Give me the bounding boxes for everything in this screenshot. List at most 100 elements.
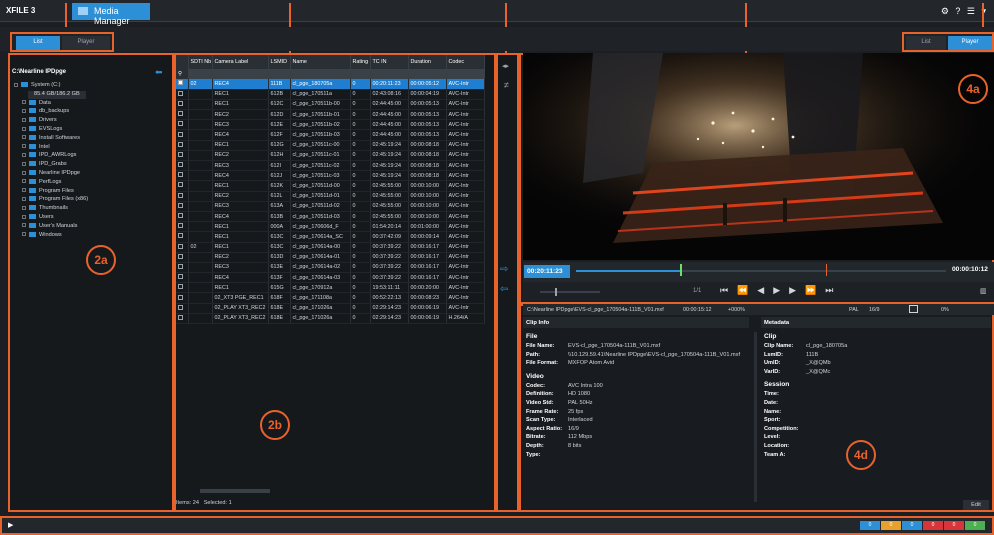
row-checkbox[interactable] <box>176 191 189 202</box>
search-icon[interactable]: ⚲ <box>176 69 189 79</box>
row-checkbox[interactable] <box>176 313 189 325</box>
tree-item[interactable]: User's Manuals <box>22 223 77 231</box>
table-row[interactable]: REC2 612L cl_pge_170511d-01 0 02:45:55:00 00:… <box>176 191 485 202</box>
arrow-left-icon[interactable]: ⬅ <box>155 67 163 78</box>
column-header[interactable]: Rating <box>350 55 371 69</box>
row-checkbox[interactable] <box>176 89 189 100</box>
row-checkbox[interactable] <box>176 180 189 192</box>
tree-item[interactable]: Users <box>22 214 54 222</box>
column-header[interactable]: Codec <box>446 55 485 69</box>
row-checkbox[interactable] <box>176 252 189 263</box>
tree-item[interactable]: Thumbnails <box>22 205 68 213</box>
play-status-icon[interactable]: ▶ <box>8 521 13 529</box>
table-row[interactable]: REC1 612B cl_pge_170511a 0 02:43:08:16 00:00:… <box>176 89 485 100</box>
tree-item[interactable]: System (C:) <box>14 82 61 90</box>
table-row[interactable]: REC4 613B cl_pge_170511d-03 0 02:45:55:00 00:… <box>176 211 485 223</box>
status-chip[interactable]: 0 <box>881 521 901 530</box>
filter-input[interactable] <box>446 69 485 79</box>
row-checkbox[interactable] <box>176 140 189 151</box>
horizontal-scrollbar[interactable] <box>200 489 270 493</box>
checkbox[interactable] <box>22 223 26 228</box>
filter-input[interactable] <box>188 69 213 79</box>
filter-input[interactable] <box>408 69 447 79</box>
table-row[interactable]: 02 REC4 111B cl_pge_180705a 0 00:20:11:23 00:0… <box>176 79 485 90</box>
tree-item[interactable]: Program Files (x86) <box>22 196 88 204</box>
row-checkbox[interactable] <box>176 303 189 314</box>
tree-item[interactable]: Install Softwares <box>22 135 80 143</box>
table-row[interactable]: 02_PLAY XT3_REC2 618E cl_pge_171026a 0 02:29… <box>176 303 485 314</box>
checkbox[interactable] <box>14 82 18 87</box>
checkbox[interactable] <box>22 126 26 131</box>
info-scrollbar[interactable] <box>754 332 757 502</box>
status-chip[interactable]: 0 <box>944 521 964 530</box>
filter-input[interactable] <box>290 69 351 79</box>
table-row[interactable]: 02_XT3 PGE_REC1 618F cl_pge_171108a 0 00:52:… <box>176 292 485 304</box>
filter-input[interactable] <box>350 69 371 79</box>
row-checkbox[interactable] <box>176 129 189 141</box>
not-equal-icon[interactable]: ≠ <box>504 80 509 90</box>
tree-item[interactable]: PerfLogs <box>22 179 61 187</box>
row-checkbox[interactable] <box>176 242 189 253</box>
table-row[interactable]: 02 REC1 613C cl_pge_170614a-00 0 00:37:39:22 0… <box>176 242 485 253</box>
video-viewport[interactable] <box>523 53 994 260</box>
checkbox[interactable] <box>22 205 26 210</box>
window-controls[interactable]: ⚙ ? ☰ ▾ <box>941 6 988 17</box>
checkbox[interactable] <box>22 144 26 149</box>
checkbox[interactable] <box>22 108 26 113</box>
table-row[interactable]: REC1 612G cl_pge_170511c-00 0 02:45:19:24 00:… <box>176 140 485 151</box>
tree-item[interactable]: Data <box>22 100 51 108</box>
playhead[interactable] <box>679 264 682 276</box>
checkbox[interactable] <box>22 161 26 166</box>
row-checkbox[interactable] <box>176 79 189 90</box>
column-header[interactable]: LSMID <box>268 55 291 69</box>
tree-item[interactable]: Drivers <box>22 117 57 125</box>
tree-item[interactable]: Program Files <box>22 188 74 196</box>
tree-item[interactable]: IPD_AWRLogs <box>22 152 76 160</box>
checkbox[interactable] <box>22 232 26 237</box>
jog-handle[interactable] <box>555 288 557 296</box>
column-header[interactable]: TC IN <box>370 55 409 69</box>
table-row[interactable]: REC3 612E cl_pge_170511b-02 0 02:44:45:00 00:… <box>176 119 485 131</box>
edit-button[interactable]: Edit <box>963 500 989 510</box>
column-header[interactable]: SDTI Nb <box>188 55 213 69</box>
table-row[interactable]: REC3 612I cl_pge_170511c-02 0 02:45:19:24 00:… <box>176 160 485 172</box>
player-view-button[interactable]: Player <box>62 36 110 50</box>
audio-icon[interactable] <box>909 305 918 313</box>
table-row[interactable]: REC3 613E cl_pge_170614a-02 0 00:37:39:22 00:… <box>176 262 485 274</box>
status-chip[interactable]: 0 <box>965 521 985 530</box>
row-checkbox[interactable] <box>176 231 189 243</box>
row-checkbox[interactable] <box>176 119 189 131</box>
transport-controls[interactable]: ⏮⏪◀▶▶⏩⏭ <box>720 285 842 296</box>
tree-item[interactable]: Windows <box>22 232 62 240</box>
table-row[interactable]: REC4 612F cl_pge_170511b-03 0 02:44:45:00 00:… <box>176 129 485 141</box>
row-checkbox[interactable] <box>176 201 189 212</box>
table-row[interactable]: REC1 612K cl_pge_170511d-00 0 02:45:55:00 00:… <box>176 180 485 192</box>
row-checkbox[interactable] <box>176 150 189 162</box>
tree-item[interactable]: db_backups <box>22 108 69 116</box>
list-view-button-right[interactable]: List <box>906 36 946 50</box>
list-view-button[interactable]: List <box>16 36 60 50</box>
checkbox[interactable] <box>22 196 26 201</box>
tree-item[interactable]: IPD_Grabs <box>22 161 67 169</box>
status-chip[interactable]: 0 <box>923 521 943 530</box>
row-checkbox[interactable] <box>176 282 189 294</box>
row-checkbox[interactable] <box>176 99 189 111</box>
jog-slider[interactable] <box>540 291 600 293</box>
checkbox[interactable] <box>22 152 26 157</box>
checkbox[interactable] <box>22 170 26 175</box>
media-manager-tab[interactable]: Media Manager <box>72 3 150 26</box>
send-right-icon[interactable]: ⇨ <box>500 264 508 275</box>
table-row[interactable]: REC2 613D cl_pge_170614a-01 0 00:37:39:22 00:… <box>176 252 485 263</box>
status-chip[interactable]: 0 <box>902 521 922 530</box>
column-header[interactable] <box>176 55 189 69</box>
checkbox[interactable] <box>22 117 26 122</box>
filter-input[interactable] <box>370 69 409 79</box>
table-row[interactable]: REC1 613C cl_pge_170614a_SC 0 00:37:42:09 00:… <box>176 231 485 243</box>
filter-input[interactable] <box>212 69 269 79</box>
expand-icon[interactable]: ◂▸ <box>502 62 509 70</box>
tree-item[interactable]: EVSLogs <box>22 126 62 134</box>
table-row[interactable]: REC3 613A cl_pge_170511d-02 0 02:45:55:00 00:… <box>176 201 485 212</box>
tree-item[interactable]: 85.4 GB/186.2 GB <box>28 90 86 99</box>
table-row[interactable]: REC1 612C cl_pge_170511b-00 0 02:44:45:00 00:… <box>176 99 485 111</box>
row-checkbox[interactable] <box>176 211 189 223</box>
